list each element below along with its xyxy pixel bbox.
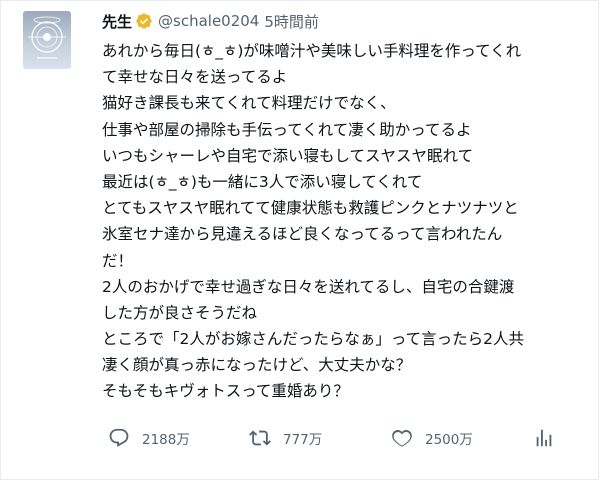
retweet-count: 777万 <box>283 432 323 448</box>
like-count: 2500万 <box>425 432 473 448</box>
analytics-button[interactable] <box>533 426 555 450</box>
display-name[interactable]: 先生 <box>102 11 132 32</box>
text-line: いつもシャーレや自宅で添い寝もしてスヤスヤ眠れて <box>102 146 474 165</box>
text-line: 仕事や部屋の掃除も手伝ってくれて凄く助かってるよ <box>102 120 472 139</box>
text-line: 氷室セナ達から見違えるほど良くなってるって言われたん <box>102 225 503 244</box>
heart-icon <box>392 430 412 447</box>
retweet-icon <box>249 430 271 446</box>
text-line: だ！ <box>102 251 134 270</box>
retweet-button[interactable]: 777万 <box>249 426 322 450</box>
tweet-header: 先生 @schale0204 5時間前 <box>102 9 319 33</box>
verified-badge-icon <box>135 12 153 30</box>
reply-count: 2188万 <box>142 432 190 448</box>
text-line: て幸せな日々を送ってるよ <box>102 68 288 87</box>
reply-button[interactable]: 2188万 <box>108 426 190 450</box>
text-line: 最近は(ㅎ_ㅎ)も一緒に3人で添い寝してくれて <box>102 172 423 191</box>
tweet-text: あれから毎日(ㅎ_ㅎ)が味噌汁や美味しい手料理を作ってくれ て幸せな日々を送って… <box>102 38 594 405</box>
action-bar: 2188万 777万 2500万 <box>108 426 558 450</box>
text-line: そもそもキヴォトスって重婚あり？ <box>102 382 349 401</box>
text-line: した方が良さそうだね <box>102 303 258 322</box>
text-line: ところで「2人がお嫁さんだったらなぁ」って言ったら2人共 <box>102 330 524 349</box>
text-line: 2人のおかげで幸せ過ぎな日々を送れてるし、自宅の合鍵渡 <box>102 277 515 296</box>
tweet-card[interactable]: 先生 @schale0204 5時間前 あれから毎日(ㅎ_ㅎ)が味噌汁や美味しい… <box>0 0 599 480</box>
text-line: とてもスヤスヤ眠れてて健康状態も救護ピンクとナツナツと <box>102 199 519 218</box>
analytics-icon <box>536 429 552 447</box>
text-line: 凄く顔が真っ赤になったけど、大丈夫かな？ <box>102 356 412 375</box>
like-button[interactable]: 2500万 <box>391 426 473 450</box>
user-handle[interactable]: @schale0204 <box>158 12 259 30</box>
text-line: 猫好き課長も来てくれて料理だけでなく、 <box>102 94 396 113</box>
halo-logo-icon <box>28 16 66 59</box>
avatar[interactable] <box>23 11 71 69</box>
timestamp[interactable]: 5時間前 <box>264 11 319 32</box>
reply-icon <box>109 428 129 447</box>
text-line: あれから毎日(ㅎ_ㅎ)が味噌汁や美味しい手料理を作ってくれ <box>102 42 522 60</box>
